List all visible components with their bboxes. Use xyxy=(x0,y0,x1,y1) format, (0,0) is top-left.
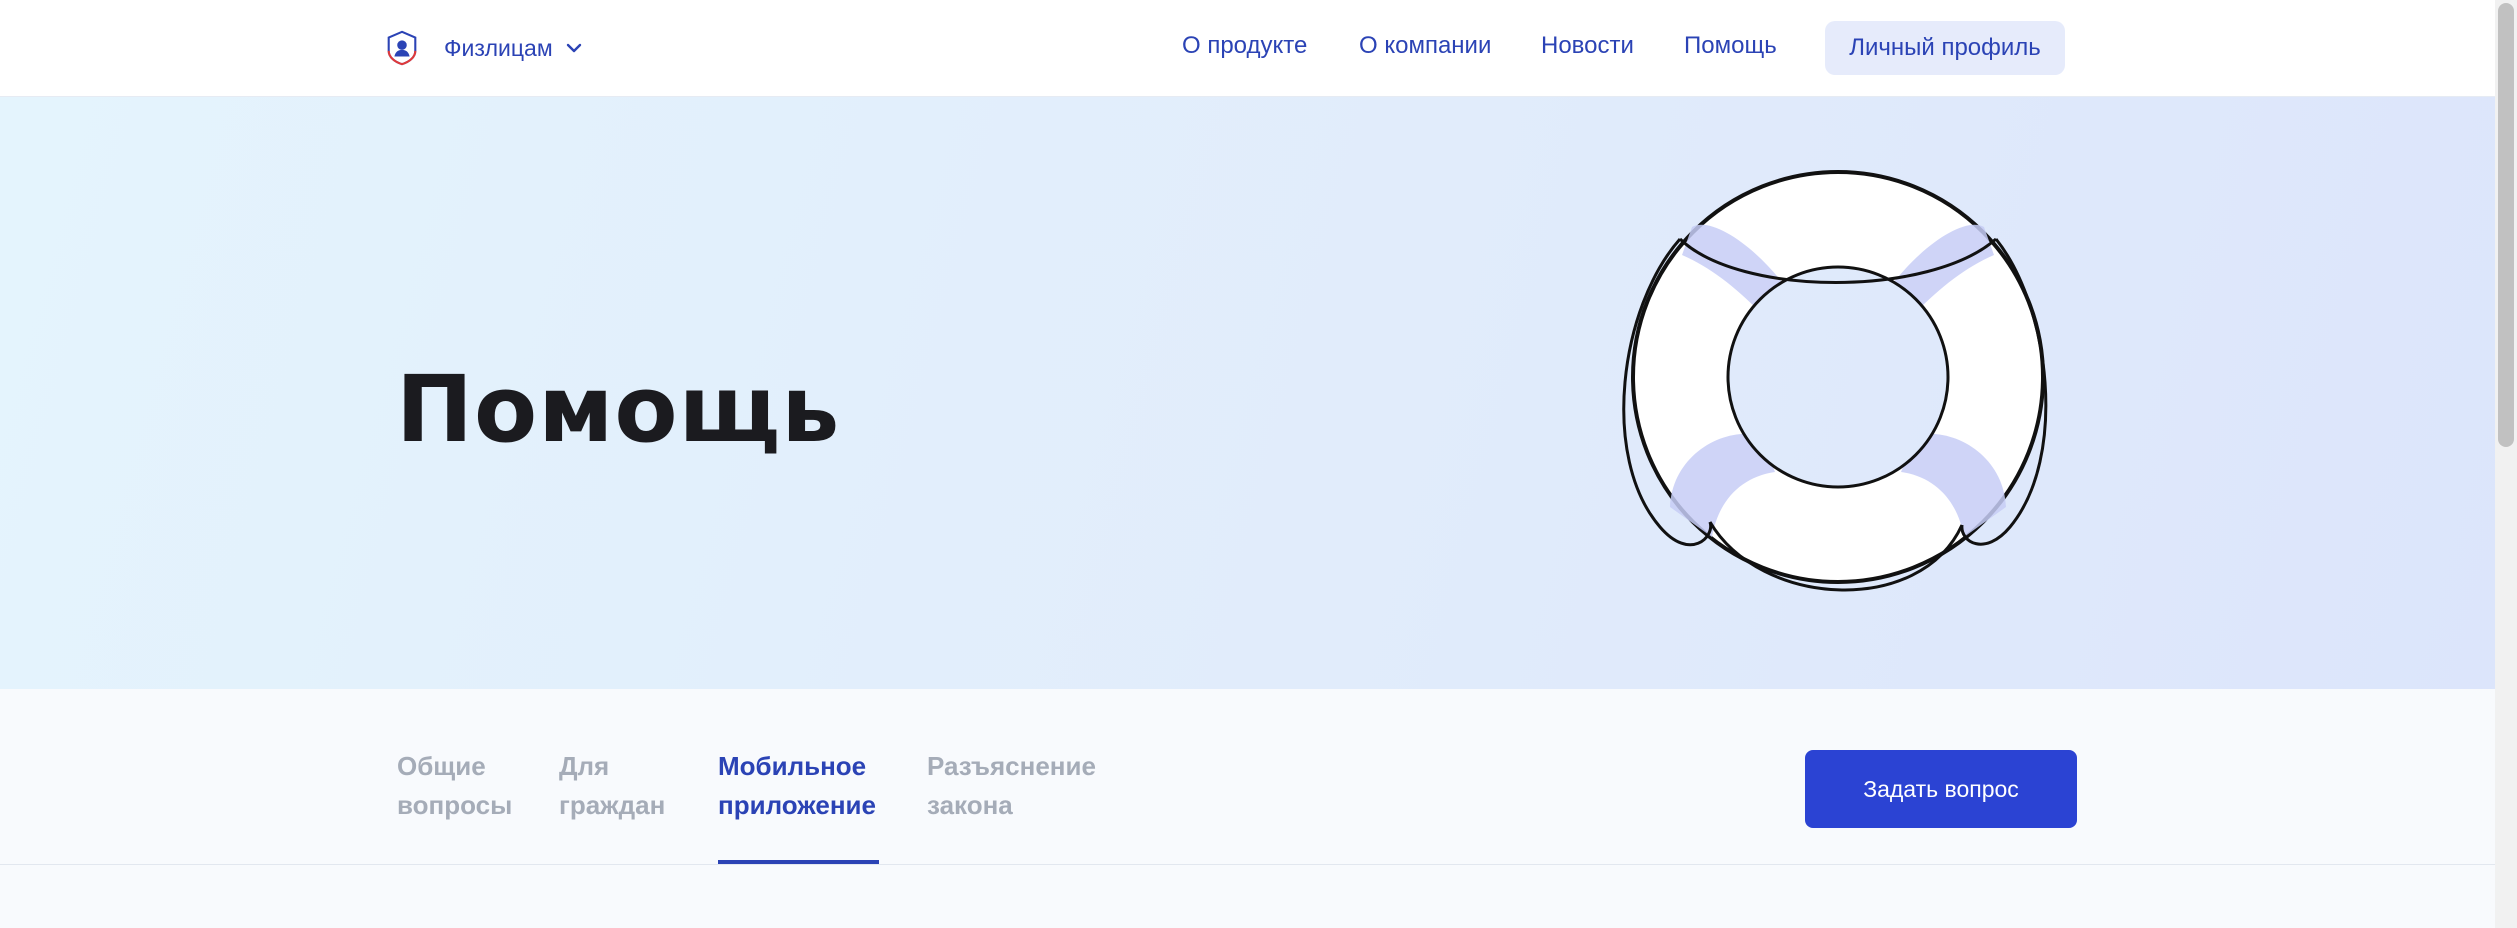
nav-link-about-product[interactable]: О продукте xyxy=(1182,31,1307,61)
nav-link-about-company[interactable]: О компании xyxy=(1359,31,1491,61)
ask-question-button[interactable]: Задать вопрос xyxy=(1805,750,2077,828)
lifebuoy-icon xyxy=(1622,170,2048,592)
help-category-tabs: Общие вопросы Для граждан Мобильное прил… xyxy=(0,689,2495,865)
tab-mobile-app[interactable]: Мобильное приложение xyxy=(718,747,876,825)
audience-selector[interactable]: Физлицам xyxy=(383,28,583,68)
tab-for-citizens[interactable]: Для граждан xyxy=(559,747,665,825)
active-tab-indicator xyxy=(718,860,879,864)
tab-law-explanation[interactable]: Разъяснение закона xyxy=(927,747,1096,825)
audience-label: Физлицам xyxy=(444,34,553,61)
nav-link-news[interactable]: Новости xyxy=(1541,31,1634,61)
page-title: Помощь xyxy=(396,356,841,463)
scrollbar-thumb[interactable] xyxy=(2498,3,2514,447)
nav-link-help[interactable]: Помощь xyxy=(1684,31,1777,61)
shield-person-logo-icon xyxy=(387,30,417,66)
top-header: Физлицам О продукте О компании Новости П… xyxy=(0,0,2495,97)
tab-general-questions[interactable]: Общие вопросы xyxy=(397,747,512,825)
personal-profile-button[interactable]: Личный профиль xyxy=(1825,21,2065,75)
hero-banner: Помощь xyxy=(0,97,2495,689)
chevron-down-icon xyxy=(566,43,581,53)
page-scrollbar[interactable] xyxy=(2495,0,2517,928)
